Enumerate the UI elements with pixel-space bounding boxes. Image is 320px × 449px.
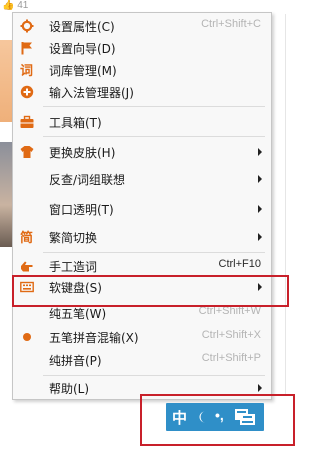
menu-item-label: 五笔拼音混输(X): [49, 331, 139, 345]
dictionary-icon: 词: [20, 63, 34, 77]
submenu-arrow-icon: [258, 175, 262, 183]
hand-icon: [20, 259, 34, 273]
menu-item-setup-wizard[interactable]: 设置向导(D): [13, 37, 271, 59]
background-right-column: [274, 14, 306, 404]
highlight-annotation-box: [12, 275, 289, 307]
menu-item-label: 反查/词组联想: [49, 173, 126, 187]
chinese-mode-toggle[interactable]: 中: [172, 407, 187, 428]
background-photo-fragment: [0, 142, 12, 247]
menu-item-label: 输入法管理器(J): [49, 86, 134, 100]
submenu-arrow-icon: [258, 148, 262, 156]
menu-item-toolbox[interactable]: 工具箱(T): [13, 111, 271, 133]
background-image-fragment: [0, 40, 12, 122]
menu-item-label: 更换皮肤(H): [49, 146, 116, 160]
likes-count: 👍 41: [2, 0, 29, 11]
menu-item-manual-word[interactable]: 手工造词 Ctrl+F10: [13, 255, 271, 277]
menu-item-label: 繁简切换: [49, 231, 98, 245]
menu-item-window-transparency[interactable]: 窗口透明(T): [13, 198, 271, 220]
menu-item-shortcut: Ctrl+Shift+X: [201, 329, 261, 341]
submenu-arrow-icon: [258, 384, 262, 392]
menu-separator: [43, 106, 265, 107]
menu-item-dictionary-manager[interactable]: 词 词库管理(M): [13, 59, 271, 81]
menu-item-shortcut: Ctrl+Shift+P: [201, 352, 261, 364]
likes-number: 41: [17, 0, 29, 11]
menu-separator: [43, 136, 265, 137]
menu-item-label: 工具箱(T): [49, 116, 102, 130]
ime-context-menu: 设置属性(C) Ctrl+Shift+C 设置向导(D) 词 词库管理(M) 输…: [12, 12, 272, 400]
flag-icon: [20, 41, 34, 55]
submenu-arrow-icon: [258, 233, 262, 241]
menu-item-pinyin-only[interactable]: 纯拼音(P) Ctrl+Shift+P: [13, 349, 271, 371]
svg-text:词: 词: [20, 64, 33, 77]
shirt-icon: [20, 145, 34, 159]
gear-icon: [20, 19, 34, 33]
submenu-arrow-icon: [258, 205, 262, 213]
ime-status-bar[interactable]: 中 •,: [166, 403, 264, 431]
menu-item-label: 窗口透明(T): [49, 203, 114, 217]
menu-item-label: 帮助(L): [49, 382, 90, 396]
menu-separator: [43, 375, 265, 376]
svg-text:简: 简: [20, 230, 33, 244]
menu-item-change-skin[interactable]: 更换皮肤(H): [13, 141, 271, 163]
menu-item-shortcut: Ctrl+F10: [218, 258, 262, 270]
traditional-simplified-icon: 简: [20, 230, 34, 244]
menu-item-reverse-lookup[interactable]: 反查/词组联想: [13, 168, 271, 190]
menu-item-label: 纯拼音(P): [49, 354, 102, 368]
menu-separator: [43, 252, 265, 253]
menu-item-settings[interactable]: 设置属性(C) Ctrl+Shift+C: [13, 15, 271, 37]
menu-item-shortcut: Ctrl+Shift+C: [201, 18, 261, 30]
background-divider: [285, 14, 286, 394]
menu-item-traditional-simplified[interactable]: 简 繁简切换: [13, 226, 271, 248]
menu-item-wubi-pinyin-mixed[interactable]: 五笔拼音混输(X) Ctrl+Shift+X: [13, 326, 271, 348]
half-moon-icon[interactable]: [196, 409, 210, 423]
menu-item-label: 手工造词: [49, 260, 98, 274]
menu-item-label: 设置属性(C): [49, 20, 115, 34]
menu-item-label: 词库管理(M): [49, 64, 117, 78]
menu-item-label: 设置向导(D): [49, 42, 116, 56]
menu-item-ime-manager[interactable]: 输入法管理器(J): [13, 81, 271, 103]
menu-item-label: 纯五笔(W): [49, 307, 107, 321]
selected-dot-icon: [20, 330, 34, 344]
punctuation-toggle[interactable]: •,: [215, 407, 224, 423]
ime-manager-icon: [20, 85, 34, 99]
soft-keyboard-icon[interactable]: [234, 408, 256, 426]
toolbox-icon: [20, 115, 34, 129]
